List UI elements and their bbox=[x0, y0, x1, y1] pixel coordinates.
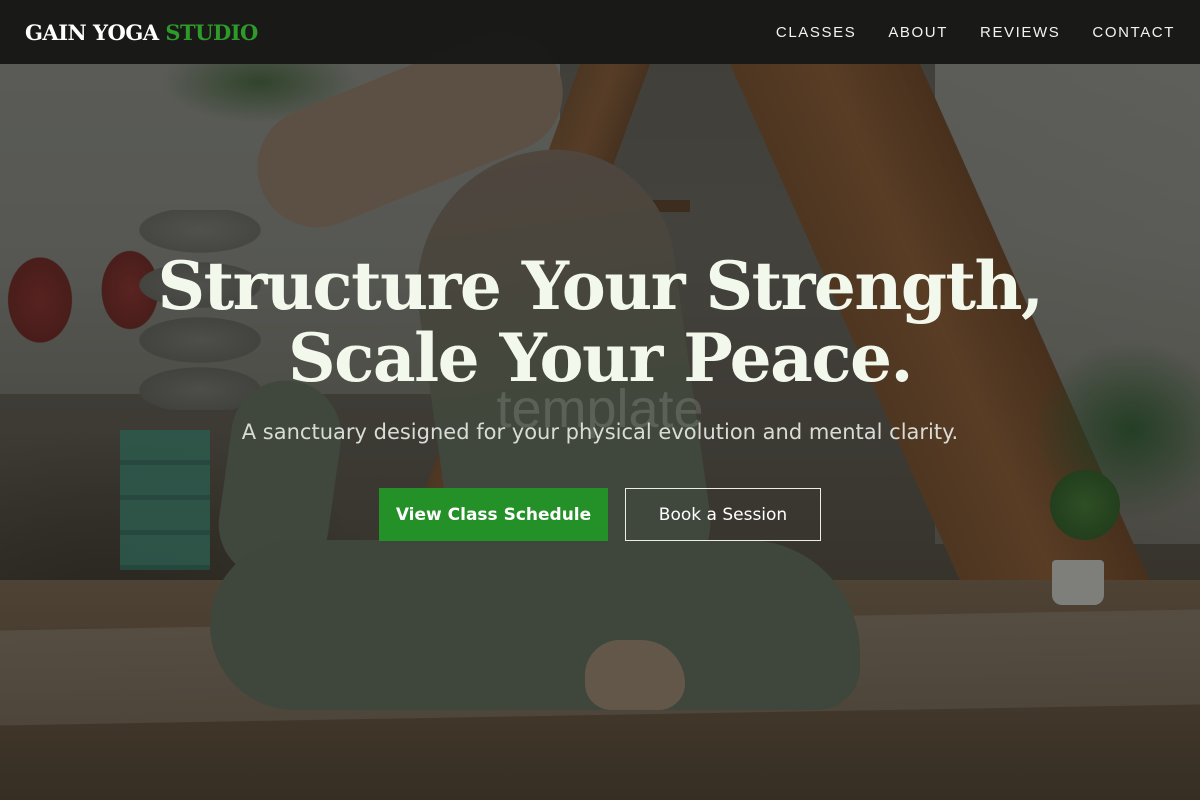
brand-name-accent: STUDIO bbox=[165, 19, 258, 45]
book-session-button[interactable]: Book a Session bbox=[625, 488, 821, 541]
hero-headline-line1: Structure Your Strength, bbox=[157, 247, 1044, 325]
nav-item-classes[interactable]: CLASSES bbox=[776, 24, 856, 41]
hero-headline: Structure Your Strength, Scale Your Peac… bbox=[0, 250, 1200, 394]
hero-subtitle: A sanctuary designed for your physical e… bbox=[241, 420, 959, 444]
nav-item-about[interactable]: ABOUT bbox=[888, 24, 948, 41]
brand-name: GAIN YOGA bbox=[25, 19, 159, 45]
cta-row: View Class Schedule Book a Session bbox=[0, 488, 1200, 541]
brand-logo[interactable]: GAIN YOGA STUDIO bbox=[25, 20, 258, 45]
nav-item-reviews[interactable]: REVIEWS bbox=[980, 24, 1060, 41]
nav-links: CLASSES ABOUT REVIEWS CONTACT bbox=[776, 24, 1175, 41]
top-navbar: GAIN YOGA STUDIO CLASSES ABOUT REVIEWS C… bbox=[0, 0, 1200, 64]
hero-section: template Structure Your Strength, Scale … bbox=[0, 0, 1200, 800]
view-class-schedule-button[interactable]: View Class Schedule bbox=[379, 488, 608, 541]
hero-content: Structure Your Strength, Scale Your Peac… bbox=[0, 250, 1200, 541]
nav-item-contact[interactable]: CONTACT bbox=[1092, 24, 1175, 41]
hero-headline-line2: Scale Your Peace. bbox=[287, 319, 914, 397]
